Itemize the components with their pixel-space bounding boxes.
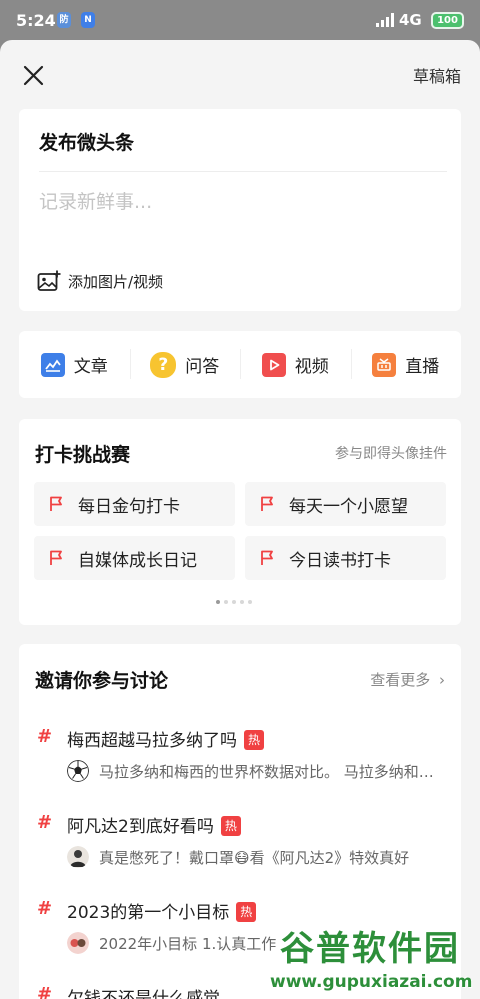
type-video[interactable]: 视频 (240, 331, 351, 398)
challenge-title: 打卡挑战赛 (35, 444, 131, 466)
hot-badge: 热 (236, 902, 257, 922)
add-media-label: 添加图片/视频 (68, 272, 164, 291)
topic-desc: 马拉多纳和梅西的世界杯数据对比。 马拉多纳和梅西 (99, 763, 439, 781)
hashtag-icon: # (37, 984, 53, 999)
flag-icon (261, 496, 273, 511)
challenge-item[interactable]: 每天一个小愿望 (245, 482, 446, 526)
add-image-icon (37, 270, 61, 291)
flag-icon (50, 496, 62, 511)
chevron-right-icon: › (439, 671, 445, 689)
status-time: 5:24 (16, 11, 56, 30)
watermark-url: www.gupuxiazai.com (270, 972, 473, 992)
hashtag-icon: # (37, 726, 53, 747)
article-icon (40, 352, 65, 377)
close-icon[interactable] (20, 62, 48, 90)
question-icon: ? (150, 351, 177, 378)
type-article-label: 文章 (73, 357, 108, 377)
type-qa[interactable]: ? 问答 (129, 331, 241, 398)
challenge-item-label: 自媒体成长日记 (78, 550, 197, 571)
network-type: 4G (399, 11, 422, 29)
live-icon (372, 352, 397, 377)
app-notification-icon: N (81, 12, 95, 28)
signal-icon (376, 13, 394, 27)
challenge-item[interactable]: 今日读书打卡 (245, 536, 446, 580)
challenge-item-label: 今日读书打卡 (289, 550, 391, 571)
post-text-input[interactable] (39, 191, 439, 213)
type-live-label: 直播 (405, 357, 440, 377)
watermark: 谷普软件园 www.gupuxiazai.com (262, 921, 480, 999)
flag-icon (50, 550, 62, 565)
topic-title: 梅西超越马拉多纳了吗热 (67, 726, 264, 751)
video-icon (261, 352, 286, 377)
notification-icon: 防 (57, 12, 71, 28)
topic-title: 欠钱不还是什么感觉 (67, 989, 220, 999)
add-media-button[interactable]: 添加图片/视频 (37, 269, 163, 293)
challenge-item-label: 每天一个小愿望 (289, 496, 408, 517)
topic-title: 阿凡达2到底好看吗热 (67, 812, 241, 837)
hot-badge: 热 (244, 730, 264, 750)
challenge-item[interactable]: 每日金句打卡 (34, 482, 235, 526)
compose-title: 发布微头条 (39, 132, 135, 154)
challenge-card: 打卡挑战赛 参与即得头像挂件 每日金句打卡 每天一个小愿望 自媒体成长日记 今日… (19, 419, 461, 625)
hashtag-icon: # (37, 812, 53, 833)
see-more-label: 查看更多 (370, 671, 431, 689)
publish-sheet: 草稿箱 发布微头条 添加图片/视频 文章 ? 问答 (0, 40, 480, 999)
see-more-link[interactable]: 查看更多 › (370, 669, 445, 690)
challenge-link[interactable]: 参与即得头像挂件 (335, 443, 447, 463)
type-article[interactable]: 文章 (19, 331, 130, 398)
drafts-button[interactable]: 草稿箱 (413, 63, 461, 87)
type-qa-label: 问答 (185, 357, 220, 377)
user-avatar (67, 932, 89, 954)
topic-desc: 真是憋死了！戴口罩😷看《阿凡达2》特效真好 (99, 849, 410, 867)
post-type-bar: 文章 ? 问答 视频 直播 (19, 331, 461, 398)
top-bar: 草稿箱 (0, 40, 480, 110)
battery-icon: 100 (431, 12, 464, 29)
compose-card: 发布微头条 添加图片/视频 (19, 109, 461, 311)
soccer-ball-avatar (67, 760, 89, 782)
carousel-dots (216, 600, 252, 604)
hot-badge: 热 (220, 816, 241, 836)
topic-title: 2023的第一个小目标热 (67, 898, 257, 923)
flag-icon (261, 550, 273, 565)
user-avatar (67, 846, 89, 868)
type-video-label: 视频 (294, 357, 329, 377)
status-bar: 5:24 防 N 4G 100 (0, 0, 480, 40)
discussion-title: 邀请你参与讨论 (35, 670, 169, 692)
watermark-name: 谷普软件园 (280, 929, 460, 969)
divider (39, 171, 447, 172)
challenge-item-label: 每日金句打卡 (78, 496, 180, 517)
hashtag-icon: # (37, 898, 53, 919)
type-live[interactable]: 直播 (350, 331, 462, 398)
challenge-item[interactable]: 自媒体成长日记 (34, 536, 235, 580)
